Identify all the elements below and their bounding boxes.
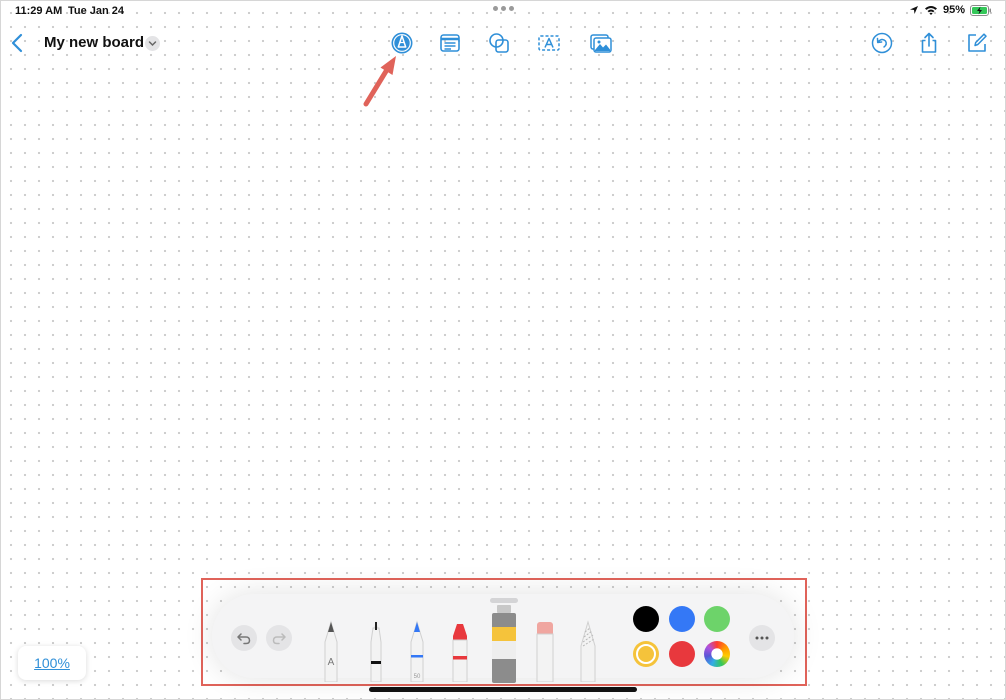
lasso-tool[interactable]: [577, 620, 599, 682]
media-button[interactable]: [589, 31, 613, 55]
color-picker-wheel[interactable]: [704, 641, 730, 667]
pen-size-label: 50: [414, 674, 421, 680]
status-bar: 11:29 AM Tue Jan 24 95%: [0, 0, 1006, 24]
compose-button[interactable]: [965, 31, 989, 55]
status-indicators: 95%: [909, 4, 992, 16]
board-title[interactable]: My new board: [44, 34, 144, 51]
color-swatch-blue[interactable]: [669, 606, 695, 632]
share-button[interactable]: [917, 31, 941, 55]
title-menu-button[interactable]: [145, 36, 160, 51]
annotation-arrow: [363, 56, 396, 107]
status-time: 11:29 AM: [15, 5, 63, 17]
toolbar-drag-handle[interactable]: [490, 598, 518, 603]
compose-icon: [968, 33, 987, 52]
text-box-icon: [538, 35, 560, 51]
note-button[interactable]: [438, 31, 462, 55]
chevron-left-icon: [11, 33, 23, 53]
note-icon: [440, 34, 460, 52]
crayon-tool[interactable]: [449, 620, 471, 682]
share-icon: [921, 32, 937, 53]
more-icon: [755, 636, 769, 640]
redo-icon: [272, 633, 286, 645]
battery-percent: 95%: [942, 4, 965, 16]
paint-tube-tool[interactable]: [490, 605, 518, 683]
wifi-icon: [924, 6, 937, 15]
undo-icon: [237, 633, 251, 645]
undo-history-icon: [871, 32, 893, 54]
shapes-button[interactable]: [487, 31, 511, 55]
multitasking-dots-icon[interactable]: [493, 6, 514, 11]
undo-button[interactable]: [231, 625, 257, 651]
media-icon: [590, 34, 612, 53]
undo-history-button[interactable]: [870, 31, 894, 55]
zoom-level-button[interactable]: 100%: [18, 646, 86, 680]
location-icon: [909, 6, 918, 14]
color-swatch-red[interactable]: [669, 641, 695, 667]
text-box-button[interactable]: [537, 31, 561, 55]
color-swatch-yellow[interactable]: [633, 641, 659, 667]
redo-button[interactable]: [266, 625, 292, 651]
fineliner-tool[interactable]: [365, 620, 387, 682]
eraser-tool[interactable]: [534, 620, 556, 682]
battery-charging-icon: [970, 4, 991, 16]
status-date: Tue Jan 24: [68, 5, 125, 17]
back-button[interactable]: [9, 33, 27, 53]
chevron-down-icon: [148, 41, 157, 47]
shapes-icon: [489, 33, 509, 53]
more-options-button[interactable]: [749, 625, 775, 651]
pencil-tool-label: A: [328, 657, 335, 668]
home-indicator[interactable]: [369, 687, 637, 692]
color-swatch-green[interactable]: [704, 606, 730, 632]
pencil-tool[interactable]: A: [320, 620, 342, 682]
ballpoint-pen-tool[interactable]: 50: [406, 620, 428, 682]
color-swatch-black[interactable]: [633, 606, 659, 632]
